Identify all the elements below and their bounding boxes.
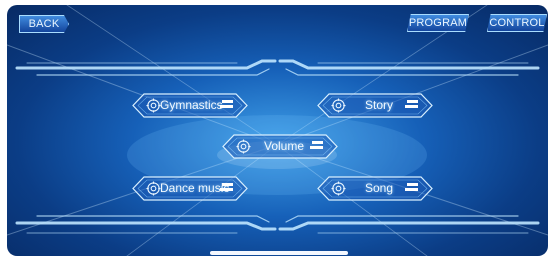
flag-icon [310, 141, 323, 149]
menu-item-dance-music[interactable]: Dance music [132, 176, 248, 201]
gear-icon [146, 98, 161, 113]
back-button[interactable]: BACK [19, 15, 69, 33]
control-button[interactable]: CONTROL [487, 14, 547, 32]
flag-icon [220, 183, 233, 191]
menu-item-label: Gymnastics [160, 98, 223, 112]
menu-item-song[interactable]: Song [317, 176, 433, 201]
gear-icon [146, 181, 161, 196]
gear-icon [331, 181, 346, 196]
robot-control-screen: BACK PROGRAM CONTROL Gymnastics Story Vo… [7, 5, 548, 256]
menu-item-label: Volume [264, 139, 305, 153]
gear-icon [331, 98, 346, 113]
menu-item-label: Song [365, 181, 394, 195]
flag-icon [405, 100, 418, 108]
menu-item-gymnastics[interactable]: Gymnastics [132, 93, 248, 118]
flag-icon [405, 183, 418, 191]
flag-icon [220, 100, 233, 108]
menu-item-label: Dance music [160, 181, 230, 195]
hud-frame-lines [15, 59, 540, 234]
gear-icon [236, 139, 251, 154]
menu-item-story[interactable]: Story [317, 93, 433, 118]
home-indicator[interactable] [210, 251, 348, 255]
menu-item-volume[interactable]: Volume [222, 134, 338, 159]
menu-item-label: Story [365, 98, 394, 112]
program-button[interactable]: PROGRAM [407, 14, 469, 32]
